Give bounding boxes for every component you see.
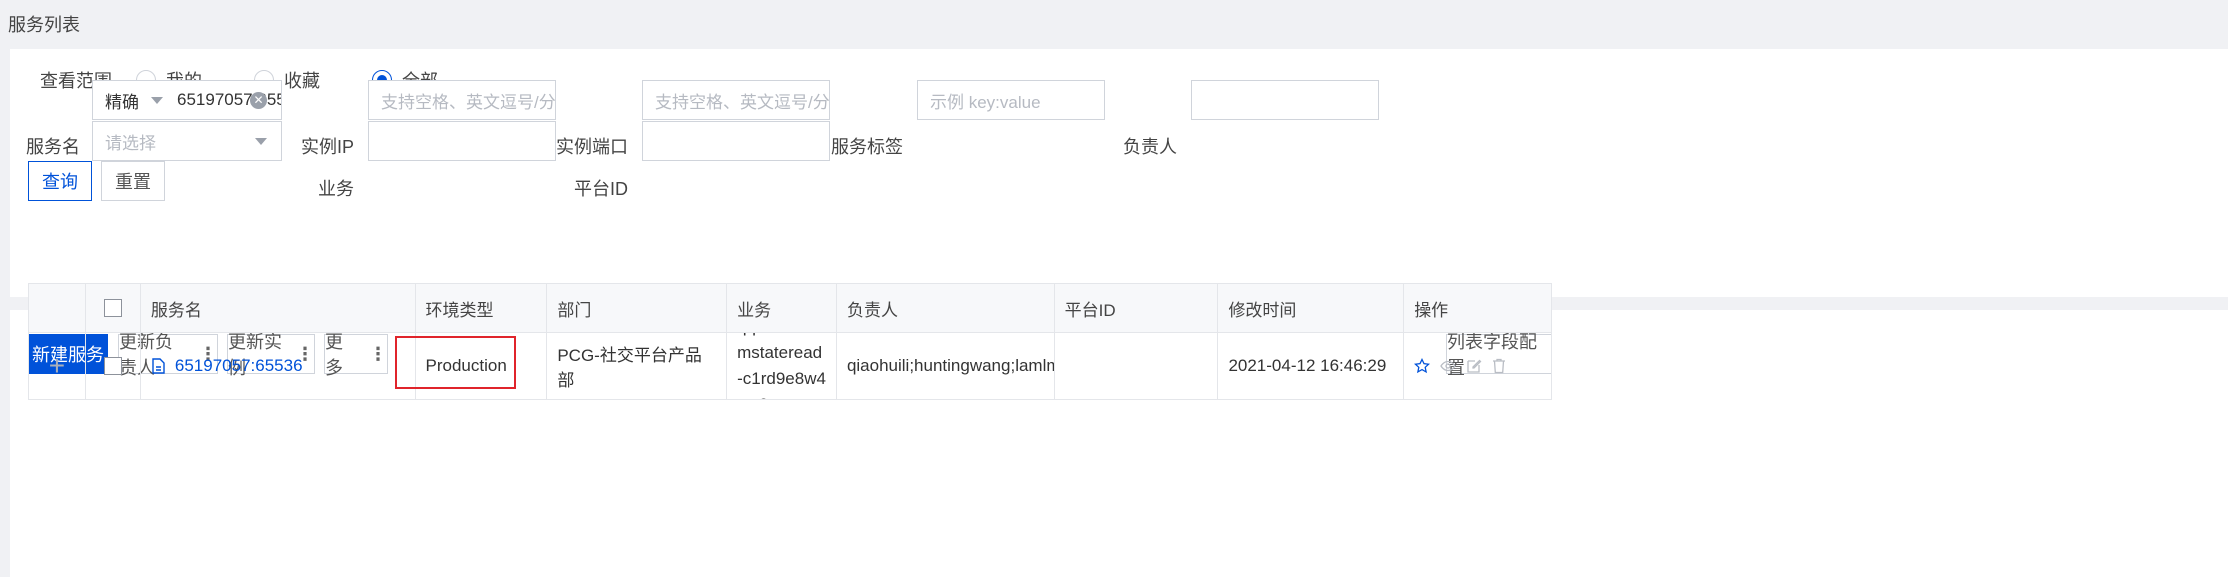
business-label: 业务 xyxy=(318,179,354,199)
service-name-link[interactable]: 65197057:65536 xyxy=(151,356,303,376)
business-cell: qqmavroomstateread-c1rd9e8w4qw0 xyxy=(727,333,837,399)
service-name-text: 65197057:65536 xyxy=(174,356,303,375)
clear-icon[interactable]: ✕ xyxy=(250,92,267,109)
actions-cell xyxy=(1404,333,1551,399)
instance-ip-placeholder: 支持空格、英文逗号/分号分隔 xyxy=(381,92,556,112)
owner-label: 负责人 xyxy=(1123,137,1177,157)
service-name-cell: 65197057:65536 xyxy=(141,333,416,399)
star-icon[interactable] xyxy=(1414,358,1431,374)
column-header: 服务名 xyxy=(141,284,416,332)
owner-cell: qiaohuili;huntingwang;lamlmzhang xyxy=(837,333,1055,399)
instance-port-placeholder: 支持空格、英文逗号/分号分隔 xyxy=(655,92,830,112)
page: 服务列表 查看范围 我的 收藏 全部 服务名 精确 651970 xyxy=(0,0,2228,577)
modified-time-value: 2021-04-12 16:46:29 xyxy=(1228,356,1387,375)
instance-ip-input[interactable]: 支持空格、英文逗号/分号分隔 xyxy=(368,80,556,120)
owner-input[interactable] xyxy=(1191,80,1379,120)
column-header: 操作 xyxy=(1414,300,1449,320)
query-button[interactable]: 查询 xyxy=(28,161,92,201)
select-all-checkbox[interactable] xyxy=(103,299,122,317)
department-value: PCG-社交平台产品部 xyxy=(557,346,702,390)
reset-button[interactable]: 重置 xyxy=(101,161,165,201)
row-checkbox-cell xyxy=(86,333,141,399)
eye-icon[interactable] xyxy=(1440,358,1456,374)
column-header: 业务 xyxy=(727,284,837,332)
department-select[interactable]: 请选择 xyxy=(92,121,282,161)
table-header: 服务名 环境类型 部门 业务 负责人 平台ID 修改时间 操作 xyxy=(29,284,1551,333)
column-header: 部门 xyxy=(547,284,728,332)
service-name-field[interactable]: 精确 65197057:65536 ✕ xyxy=(92,80,282,120)
match-mode-label: 精确 xyxy=(105,92,139,112)
caret-down-icon xyxy=(255,138,267,145)
row-checkbox[interactable] xyxy=(103,357,122,375)
service-tag-input[interactable]: 示例 key:value xyxy=(917,80,1105,120)
business-input[interactable] xyxy=(368,121,556,161)
select-all-checkbox-cell xyxy=(86,284,141,332)
expand-header xyxy=(29,284,86,332)
match-mode-select[interactable]: 精确 xyxy=(105,88,163,113)
table-row: + 65197057:65536 Production PCG-社交平台产品部 xyxy=(29,333,1551,399)
service-name-label: 服务名 xyxy=(26,137,80,157)
owner-value: qiaohuili;huntingwang;lamlmzhang xyxy=(846,356,1054,375)
column-header: 修改时间 xyxy=(1218,284,1405,332)
row-actions xyxy=(1414,358,1506,374)
platform-id-label: 平台ID xyxy=(574,179,628,199)
filter-panel: 查看范围 我的 收藏 全部 服务名 精确 65197057:65536 ✕ xyxy=(10,49,2228,297)
expand-cell: + xyxy=(29,333,86,399)
modified-time-cell: 2021-04-12 16:46:29 xyxy=(1218,333,1405,399)
service-table: 服务名 环境类型 部门 业务 负责人 平台ID 修改时间 操作 + 651970… xyxy=(28,283,1552,400)
expand-plus-icon[interactable]: + xyxy=(49,350,65,382)
platform-id-cell xyxy=(1055,333,1219,399)
document-icon xyxy=(152,358,165,374)
trash-icon[interactable] xyxy=(1492,358,1506,374)
business-value: qqmavroomstateread-c1rd9e8w4qw0 xyxy=(737,333,826,399)
caret-down-icon xyxy=(151,96,163,104)
department-placeholder: 请选择 xyxy=(105,133,156,153)
highlight-box xyxy=(395,336,516,389)
column-header: 负责人 xyxy=(837,284,1055,332)
column-header: 平台ID xyxy=(1055,284,1219,332)
service-tag-placeholder: 示例 key:value xyxy=(930,92,1041,112)
instance-port-input[interactable]: 支持空格、英文逗号/分号分隔 xyxy=(642,80,830,120)
department-cell: PCG-社交平台产品部 xyxy=(547,333,728,399)
column-header: 环境类型 xyxy=(416,284,548,332)
scope-option-label: 收藏 xyxy=(284,71,320,91)
edit-icon[interactable] xyxy=(1466,358,1482,374)
platform-id-input[interactable] xyxy=(642,121,830,161)
page-title: 服务列表 xyxy=(8,15,80,35)
